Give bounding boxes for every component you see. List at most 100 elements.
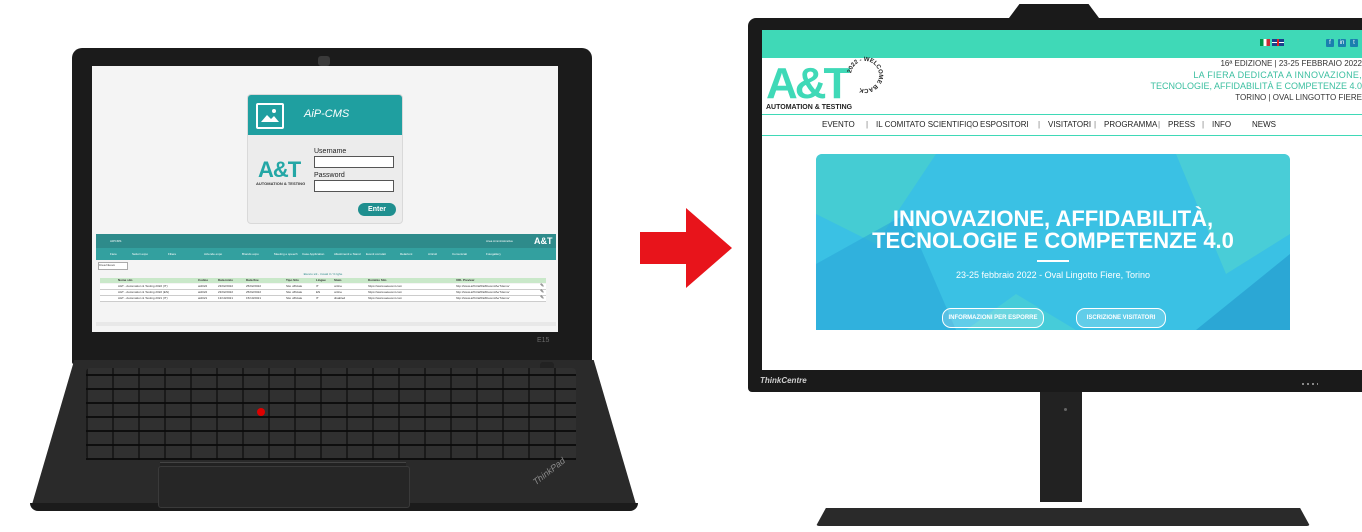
table-cell: Sito ufficiale — [286, 296, 303, 300]
table-column-header[interactable]: Tipo Sito — [286, 278, 299, 282]
admin-nav-item[interactable]: Fiere — [110, 252, 117, 256]
table-cell: 25/02/2022 — [246, 284, 262, 288]
admin-nav-item[interactable]: Aziende expo — [204, 252, 222, 256]
password-input[interactable] — [314, 180, 394, 192]
table-cell: EN — [316, 290, 321, 294]
table-column-header[interactable]: Dominio Sito — [368, 278, 387, 282]
keyboard-rows — [86, 368, 576, 460]
linkedin-icon[interactable]: in — [1338, 39, 1346, 47]
admin-nav-item[interactable]: Relazioni — [400, 252, 412, 256]
laptop-model-label: E15 — [537, 337, 550, 344]
twitter-icon[interactable]: t — [1350, 39, 1358, 47]
laptop-webcam — [318, 56, 330, 66]
monitor-controls[interactable] — [1302, 383, 1318, 385]
table-column-header[interactable]: Data fine — [246, 278, 259, 282]
table-cell: online — [334, 290, 343, 294]
admin-nav-item[interactable]: Comunicati — [452, 252, 467, 256]
table-cell: http://www.aiff.it/aiff/aiff/event/AeTde… — [456, 284, 510, 288]
nav-separator: | — [866, 120, 869, 129]
stamp-year: 2022 — [847, 59, 860, 74]
table-column-header[interactable]: Stato — [334, 278, 342, 282]
admin-user-label[interactable]: Area Amministrativa — [486, 239, 513, 243]
nav-separator: | — [1094, 120, 1097, 129]
exhibitor-info-button[interactable]: INFORMAZIONI PER ESPORRE — [942, 308, 1044, 328]
hero-title-line-1: INNOVAZIONE, AFFIDABILITÀ, — [892, 206, 1214, 231]
tagline-line-1: LA FIERA DEDICATA A INNOVAZIONE, — [1193, 70, 1362, 80]
visitor-registration-button[interactable]: ISCRIZIONE VISITATORI — [1076, 308, 1166, 328]
image-icon — [256, 103, 284, 129]
table-cell: https://www.aetevent.com — [368, 296, 403, 300]
monitor-stand-base — [816, 508, 1310, 526]
flag-uk-icon[interactable] — [1272, 39, 1284, 46]
stamp-text: WELCOME BACK — [858, 57, 883, 93]
table-cell: 23/02/2022 — [218, 284, 234, 288]
site-nav-item[interactable]: PRESS — [1168, 120, 1195, 129]
site-logo[interactable]: A&T — [766, 62, 850, 106]
site-nav-item[interactable]: EVENTO — [822, 120, 855, 129]
admin-nav-item[interactable]: Allestimenti e Stand — [334, 252, 361, 256]
site-nav-item[interactable]: NEWS — [1252, 120, 1276, 129]
table-row[interactable]: A&T - Automation & Testing 2021 (IT) at20… — [100, 295, 546, 302]
table-caption: Elenco siti - trovati 3 / 3 righe — [303, 272, 343, 276]
admin-nav: Fiere Settori expo Filiere Aziende expo Bran… — [96, 248, 556, 260]
trackpoint[interactable] — [257, 408, 265, 416]
table-cell: https://www.aetevent.com — [368, 284, 403, 288]
admin-nav-item[interactable]: Case Application — [302, 252, 324, 256]
table-cell: A&T - Automation & Testing 2021 (IT) — [118, 296, 168, 300]
hero-subtitle: 23-25 febbraio 2022 - Oval Lingotto Fier… — [956, 270, 1150, 280]
nav-separator: | — [1158, 120, 1161, 129]
hero-title: INNOVAZIONE, AFFIDABILITÀ, TECNOLOGIE E … — [816, 208, 1290, 252]
table-column-header[interactable]: URL Preview — [456, 278, 474, 282]
svg-text:2022 - WELCOME BACK: 2022 - WELCOME BACK — [847, 57, 883, 93]
table-cell: IT — [316, 296, 319, 300]
table-cell: at2022 — [198, 290, 208, 294]
site-nav-item[interactable]: PROGRAMMA — [1104, 120, 1157, 129]
site-nav-item[interactable]: INFO — [1212, 120, 1231, 129]
admin-nav-item[interactable]: Articoli — [428, 252, 437, 256]
cms-login-card: AiP-CMS A&T AUTOMATION & TESTING Usernam… — [247, 94, 403, 224]
admin-nav-item[interactable]: Filiere — [168, 252, 176, 256]
admin-nav-item[interactable]: Fotogallery — [486, 252, 501, 256]
flag-it-icon[interactable] — [1260, 39, 1270, 46]
table-cell: 23/02/2022 — [218, 290, 234, 294]
edit-icon[interactable]: ✎ — [540, 295, 544, 301]
table-column-header[interactable]: Nome sito — [118, 278, 133, 282]
admin-app-name: AiPCMS — [110, 239, 122, 243]
facebook-icon[interactable]: f — [1326, 39, 1334, 47]
monitor-brand-label: ThinkCentre — [760, 376, 807, 385]
new-record-button[interactable]: Crea Nuovo — [98, 262, 128, 270]
site-nav-item[interactable]: ESPOSITORI — [980, 120, 1029, 129]
admin-nav-item[interactable]: Eventi correlati — [366, 252, 386, 256]
table-cell: 13/10/2021 — [218, 296, 234, 300]
site-nav-item[interactable]: IL COMITATO SCIENTIFICO — [876, 120, 978, 129]
welcome-back-stamp: 2022 - WELCOME BACK — [846, 56, 884, 94]
admin-nav-item[interactable]: Brands expo — [242, 252, 259, 256]
table-column-header[interactable]: Data inizio — [218, 278, 233, 282]
nav-separator: | — [1202, 120, 1205, 129]
admin-nav-item[interactable]: Settori expo — [132, 252, 148, 256]
table-cell: http://www.aiff.it/aiff/aiff/event/AeTde… — [456, 296, 510, 300]
table-cell: 25/02/2022 — [246, 290, 262, 294]
admin-nav-item[interactable]: Meeting e speech — [274, 252, 298, 256]
username-label: Username — [314, 148, 347, 155]
table-cell: at2022 — [198, 284, 208, 288]
tagline-line-2: TECNOLOGIE, AFFIDABILITÀ E COMPETENZE 4.… — [1150, 81, 1362, 91]
cms-logo: A&T — [258, 157, 301, 182]
site-nav-item[interactable]: VISITATORI — [1048, 120, 1091, 129]
enter-button[interactable]: Enter — [358, 203, 396, 216]
venue-label: TORINO | OVAL LINGOTTO FIERE — [1235, 93, 1362, 102]
hero-divider — [1037, 260, 1069, 262]
table-header: Nome sito Codice Data inizio Data fine Tipo … — [100, 278, 546, 283]
table-column-header[interactable]: Lingue — [316, 278, 326, 282]
table-cell: IT — [316, 284, 319, 288]
stand-release-button[interactable] — [1064, 408, 1067, 411]
monitor-stand — [1040, 392, 1082, 502]
cms-logo-subtitle: AUTOMATION & TESTING — [256, 181, 306, 186]
table-cell: https://www.aetevent.com — [368, 290, 403, 294]
table-column-header[interactable]: Codice — [198, 278, 208, 282]
table-cell: 15/10/2021 — [246, 296, 262, 300]
table-cell: Sito ufficiale — [286, 284, 303, 288]
touchpad[interactable] — [158, 466, 410, 508]
table-cell: A&T - Automation & Testing 2022 (EN) — [118, 290, 170, 294]
username-input[interactable] — [314, 156, 394, 168]
